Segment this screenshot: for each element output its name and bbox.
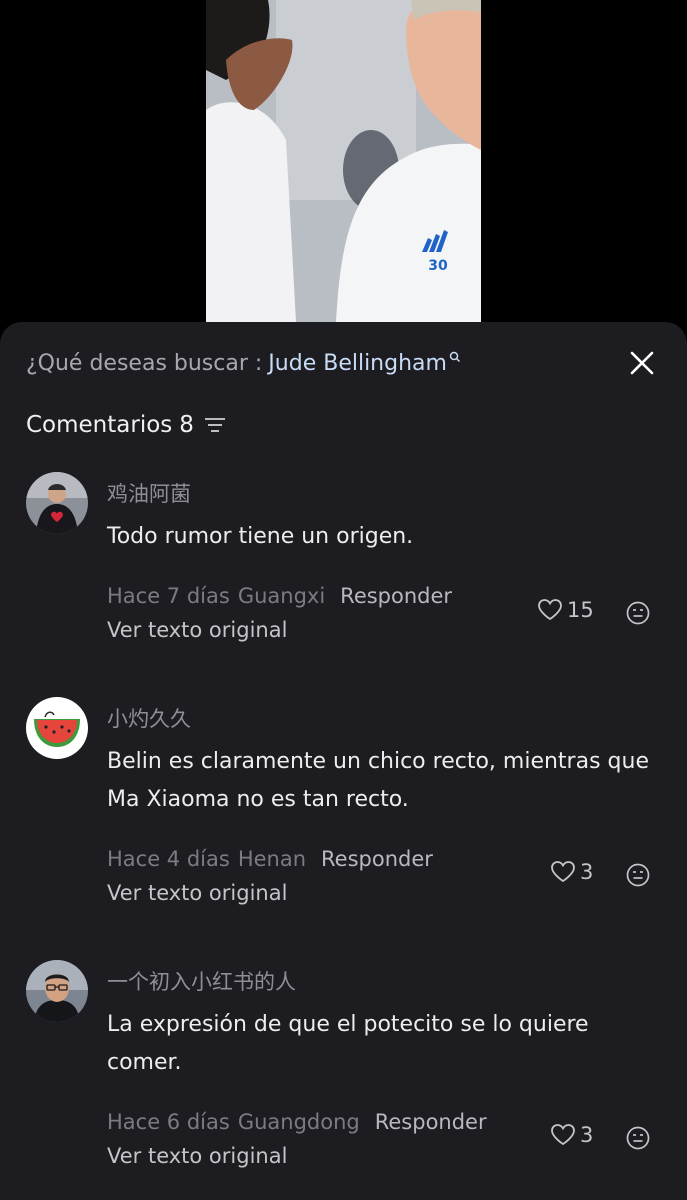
search-term-link[interactable]: Jude Bellingham: [268, 351, 447, 376]
comment-time: Hace 7 días: [107, 584, 230, 608]
search-prefix: ¿Qué deseas buscar :: [26, 350, 263, 376]
like-button[interactable]: 15: [537, 598, 594, 622]
avatar[interactable]: [26, 472, 88, 534]
comment-meta: Hace 4 días Henan Responder: [107, 847, 433, 871]
video-player[interactable]: 30: [0, 0, 687, 325]
comments-title: Comentarios: [26, 412, 173, 438]
close-icon: [630, 351, 654, 375]
like-count: 3: [580, 860, 594, 884]
heart-icon: [551, 861, 575, 883]
emoji-icon: [626, 863, 650, 887]
view-original-link[interactable]: Ver texto original: [107, 881, 287, 905]
video-frame: 30: [206, 0, 481, 322]
like-button[interactable]: 3: [550, 1123, 593, 1147]
reply-button[interactable]: Responder: [340, 584, 452, 608]
comment-text: Todo rumor tiene un origen.: [107, 524, 414, 549]
comment-username[interactable]: 小灼久久: [107, 703, 191, 733]
comments-sheet: ¿Qué deseas buscar : Jude Bellingham Com…: [0, 322, 687, 1200]
comment-region: Guangxi: [237, 584, 326, 608]
close-button[interactable]: [625, 346, 659, 380]
comment-region: Guangdong: [237, 1110, 360, 1134]
comment-username[interactable]: 一个初入小红书的人: [107, 966, 296, 996]
view-original-link[interactable]: Ver texto original: [107, 1144, 287, 1168]
comment-meta: Hace 7 días Guangxi Responder: [107, 584, 452, 608]
video-still: 30: [206, 0, 481, 322]
search-icon: [449, 344, 461, 369]
avatar[interactable]: [26, 960, 88, 1022]
reply-button[interactable]: Responder: [375, 1110, 487, 1134]
jersey-number: 30: [428, 258, 448, 274]
heart-icon: [538, 599, 562, 621]
emoji-reaction-button[interactable]: [625, 862, 651, 888]
heart-icon: [551, 1124, 575, 1146]
search-suggestion[interactable]: ¿Qué deseas buscar : Jude Bellingham: [26, 348, 461, 378]
comment-time: Hace 4 días: [107, 847, 230, 871]
comment-username[interactable]: 鸡油阿菌: [107, 478, 191, 508]
emoji-reaction-button[interactable]: [625, 1125, 651, 1151]
comment-time: Hace 6 días: [107, 1110, 230, 1134]
emoji-icon: [626, 1126, 650, 1150]
comment-meta: Hace 6 días Guangdong Responder: [107, 1110, 487, 1134]
emoji-icon: [626, 601, 650, 625]
comment-text: Belin es claramente un chico recto, mien…: [107, 749, 649, 812]
like-button[interactable]: 3: [550, 860, 593, 884]
like-count: 3: [580, 1123, 594, 1147]
comments-header: Comentarios 8: [26, 410, 226, 440]
sort-icon[interactable]: [204, 414, 226, 440]
view-original-link[interactable]: Ver texto original: [107, 618, 287, 642]
reply-button[interactable]: Responder: [321, 847, 433, 871]
comment-text: La expresión de que el potecito se lo qu…: [107, 1012, 589, 1075]
like-count: 15: [567, 598, 594, 622]
avatar[interactable]: [26, 697, 88, 759]
emoji-reaction-button[interactable]: [625, 600, 651, 626]
comment-region: Henan: [237, 847, 307, 871]
comments-count: 8: [179, 412, 194, 438]
